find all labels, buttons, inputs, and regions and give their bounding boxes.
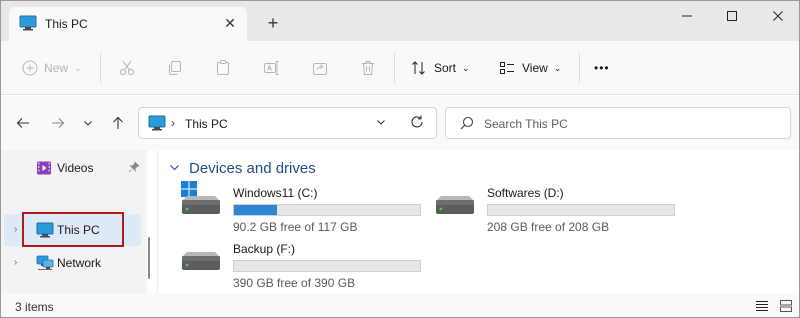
hard-drive-icon — [179, 250, 223, 281]
network-icon — [36, 255, 54, 274]
drive-item-c[interactable]: Windows11 (C:) 90.2 GB free of 117 GB — [179, 181, 429, 236]
close-window-button[interactable] — [755, 1, 799, 31]
status-bar: 3 items — [1, 293, 799, 317]
item-count: 3 items — [15, 300, 54, 314]
group-header-devices[interactable]: Devices and drives — [169, 160, 316, 177]
sidebar-item-network[interactable]: › Network — [4, 247, 141, 279]
navigation-row: › This PC — [1, 96, 799, 150]
this-pc-icon — [19, 15, 37, 34]
trash-icon — [359, 59, 377, 77]
rename-button[interactable] — [262, 56, 280, 80]
drive-free-space: 208 GB free of 208 GB — [487, 220, 610, 234]
drive-usage-bar — [233, 204, 421, 216]
tiles-view-icon[interactable] — [779, 299, 793, 316]
recent-locations-button[interactable] — [78, 113, 98, 133]
paste-icon — [214, 59, 232, 77]
chevron-down-icon: ⌄ — [462, 62, 470, 73]
drive-item-f[interactable]: Backup (F:) 390 GB free of 390 GB — [179, 242, 429, 292]
sort-label: Sort — [434, 61, 457, 75]
forward-button[interactable] — [48, 113, 68, 133]
drive-free-space: 90.2 GB free of 117 GB — [233, 220, 358, 234]
highlight-annotation-box — [22, 212, 124, 247]
sidebar-item-label: Network — [57, 256, 102, 270]
address-dropdown-icon[interactable] — [375, 116, 387, 131]
pin-icon[interactable] — [128, 161, 140, 176]
group-title: Devices and drives — [189, 160, 316, 177]
hard-drive-icon — [179, 194, 223, 225]
drive-usage-bar — [487, 204, 675, 216]
chevron-down-icon: ⌄ — [553, 62, 562, 73]
delete-button[interactable] — [359, 56, 377, 80]
drive-item-d[interactable]: Softwares (D:) 208 GB free of 208 GB — [433, 186, 683, 236]
maximize-button[interactable] — [709, 1, 755, 31]
toolbar-divider — [394, 53, 395, 83]
drive-usage-fill — [234, 205, 277, 215]
search-box[interactable] — [445, 107, 791, 139]
title-bar: This PC ✕ + — [1, 1, 799, 41]
new-label: New — [44, 61, 69, 75]
tab-title: This PC — [45, 17, 88, 31]
tab-close-icon[interactable]: ✕ — [223, 16, 237, 30]
sidebar-scrollbar[interactable] — [148, 237, 150, 279]
view-icon — [498, 59, 516, 77]
new-plus-icon — [22, 60, 38, 76]
copy-button[interactable] — [166, 56, 184, 80]
this-pc-icon — [148, 115, 166, 134]
content-pane: Devices and drives Windows11 (C:) 90.2 G… — [159, 150, 787, 293]
copy-icon — [166, 59, 184, 77]
chevron-right-icon[interactable]: › — [14, 257, 17, 268]
videos-folder-icon — [36, 160, 52, 179]
more-options-button[interactable]: ••• — [594, 56, 610, 80]
toolbar-divider — [579, 53, 580, 83]
paste-button[interactable] — [214, 56, 232, 80]
share-button[interactable] — [311, 56, 329, 80]
chevron-down-icon: ⌄ — [74, 62, 82, 73]
address-bar[interactable]: › This PC — [138, 107, 437, 139]
new-tab-button[interactable]: + — [263, 13, 283, 33]
view-button[interactable]: View ⌄ — [498, 56, 561, 80]
hard-drive-icon — [433, 194, 477, 225]
sort-button[interactable]: Sort ⌄ — [410, 56, 470, 80]
drive-name: Backup (F:) — [233, 242, 296, 256]
refresh-icon[interactable] — [409, 114, 425, 133]
cut-icon — [118, 59, 136, 77]
tab-this-pc[interactable]: This PC ✕ — [9, 7, 247, 41]
new-button[interactable]: New ⌄ — [22, 56, 82, 80]
sidebar-item-videos[interactable]: Videos — [4, 152, 141, 184]
up-button[interactable] — [108, 113, 128, 133]
drive-name: Softwares (D:) — [487, 186, 564, 200]
sidebar-item-label: Videos — [57, 161, 94, 175]
chevron-down-icon — [169, 162, 180, 176]
command-bar: New ⌄ Sort ⌄ View ⌄ ••• — [1, 41, 799, 95]
pane-divider — [157, 150, 158, 293]
minimize-button[interactable] — [664, 1, 710, 31]
breadcrumb-separator-icon: › — [171, 116, 175, 130]
details-view-icon[interactable] — [755, 299, 769, 316]
search-input[interactable] — [484, 114, 774, 134]
drive-name: Windows11 (C:) — [233, 186, 318, 200]
drive-free-space: 390 GB free of 390 GB — [233, 276, 356, 290]
cut-button[interactable] — [118, 56, 136, 80]
view-label: View — [522, 61, 548, 75]
rename-icon — [262, 59, 280, 77]
search-icon — [460, 116, 474, 133]
back-button[interactable] — [13, 113, 33, 133]
drive-usage-bar — [233, 260, 421, 272]
chevron-right-icon[interactable]: › — [14, 224, 17, 235]
breadcrumb-this-pc[interactable]: This PC — [185, 117, 228, 131]
sort-icon — [410, 59, 428, 77]
share-icon — [311, 59, 329, 77]
toolbar-divider — [100, 53, 101, 83]
file-explorer-window: This PC ✕ + New ⌄ Sort ⌄ View ⌄ ••• › Th… — [0, 0, 800, 318]
